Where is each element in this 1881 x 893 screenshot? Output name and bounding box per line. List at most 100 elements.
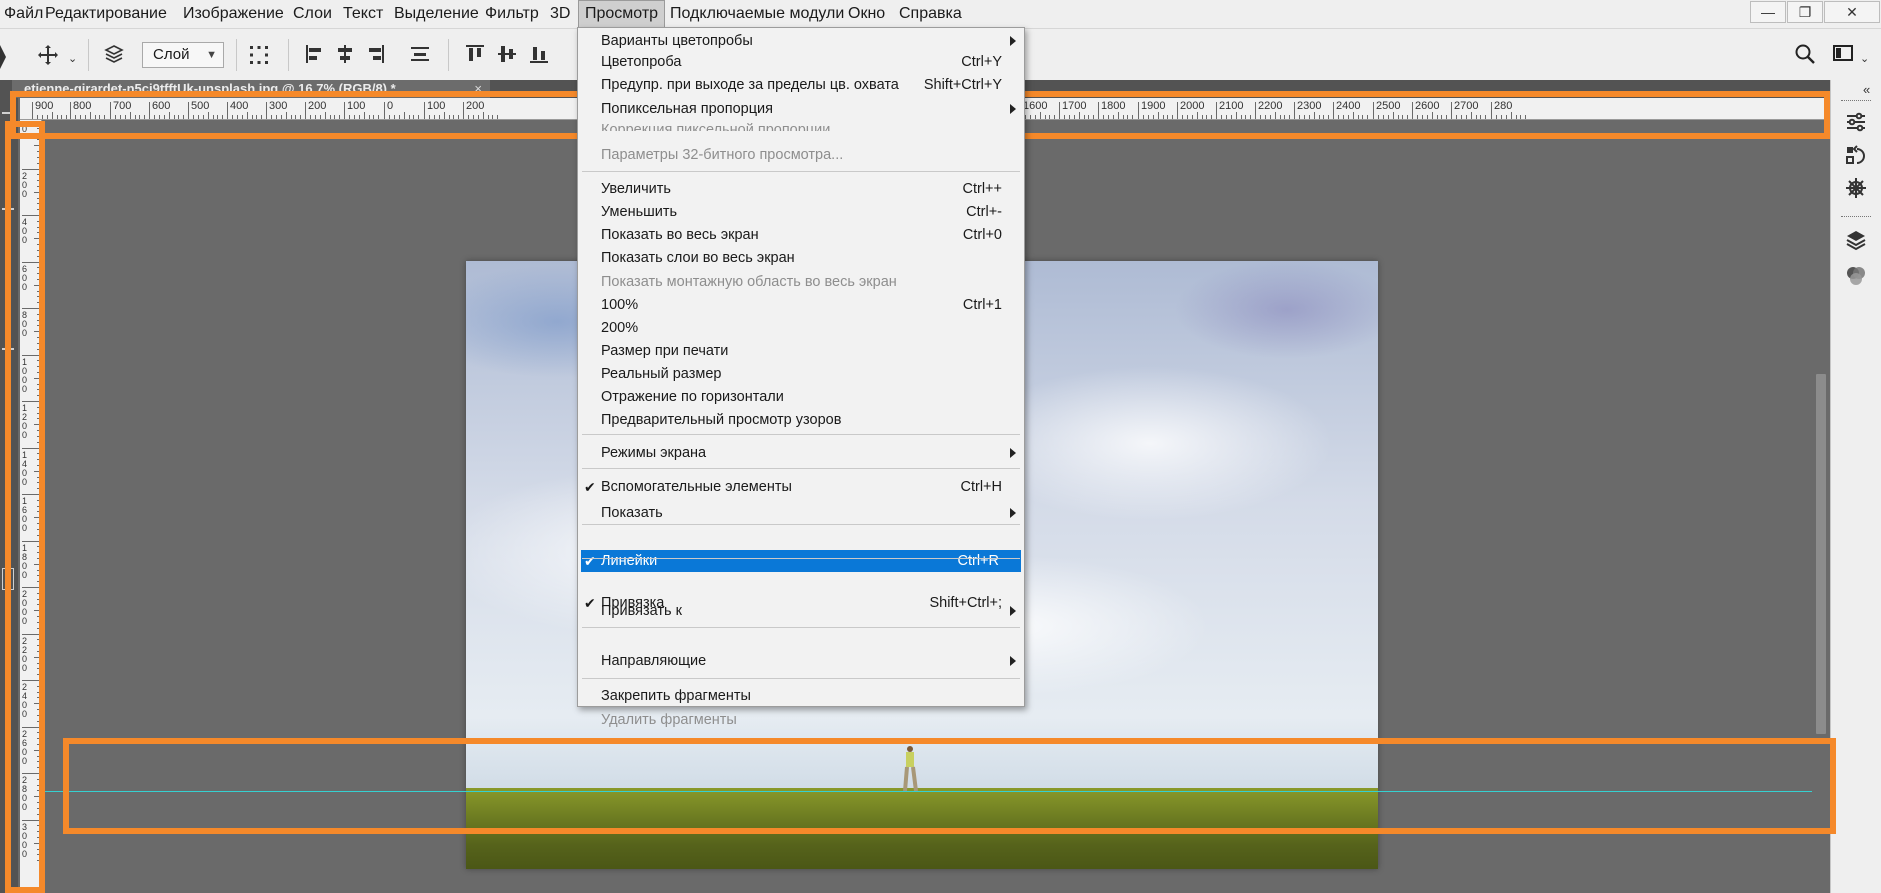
close-window-button[interactable]: ✕: [1824, 1, 1880, 23]
workspace-icon[interactable]: [1832, 43, 1854, 69]
view-menu-item-label: Реальный размер: [601, 366, 722, 382]
chevron-down-icon[interactable]: ⌄: [1860, 47, 1869, 71]
move-tool-icon[interactable]: [36, 43, 60, 73]
collapse-panels-icon[interactable]: «: [1863, 82, 1870, 97]
view-menu-item[interactable]: Закрепить фрагменты: [578, 685, 1024, 707]
menu-separator: [582, 524, 1020, 525]
menu-image[interactable]: Изображение: [183, 0, 284, 28]
menu-edit[interactable]: Редактирование: [45, 0, 167, 28]
align-right-icon[interactable]: [366, 43, 386, 71]
view-menu-item: Коррекция пиксельной пропорции: [578, 119, 1024, 131]
menu-type[interactable]: Текст: [343, 0, 383, 28]
view-menu-item[interactable]: Увеличить Ctrl++: [578, 178, 1024, 200]
view-menu-item[interactable]: 100% Ctrl+1: [578, 294, 1024, 316]
view-menu-item-label: Предупр. при выходе за пределы цв. охват…: [601, 77, 899, 93]
align-left-icon[interactable]: [304, 43, 324, 71]
view-menu-item-shortcut: Ctrl+0: [962, 227, 1002, 243]
highlight-box-guide-line: [63, 738, 1836, 834]
menu-view[interactable]: Просмотр: [578, 0, 666, 28]
view-menu-item-label: Режимы экрана: [601, 445, 707, 461]
view-menu-item[interactable]: Уменьшить Ctrl+-: [578, 201, 1024, 223]
view-menu-item[interactable]: Направляющие: [578, 650, 1024, 672]
view-menu-item[interactable]: Отражение по горизонтали: [578, 386, 1024, 408]
layers-icon[interactable]: [1844, 228, 1868, 252]
view-menu-item[interactable]: Предварительный просмотр узоров: [578, 409, 1024, 431]
view-menu-item-shortcut: Ctrl+Y: [961, 54, 1002, 70]
channels-icon[interactable]: [1844, 264, 1868, 288]
view-menu-item-label: Привязать к: [601, 603, 682, 619]
view-menu-item-label: Закрепить фрагменты: [601, 688, 751, 704]
view-menu-item[interactable]: ✔ Вспомогательные элементы Ctrl+H: [578, 476, 1024, 498]
view-menu-item-label: Направляющие: [601, 653, 707, 669]
history-icon[interactable]: [1844, 144, 1868, 168]
view-menu-item-label: Удалить фрагменты: [601, 712, 737, 728]
transform-controls-icon[interactable]: [247, 43, 271, 73]
menu-window[interactable]: Окно: [848, 0, 885, 28]
search-icon[interactable]: [1794, 43, 1816, 71]
view-menu-item[interactable]: Показать во весь экран Ctrl+0: [578, 224, 1024, 246]
view-menu-item-shortcut: Ctrl+R: [957, 553, 1000, 569]
submenu-arrow-icon: [1010, 36, 1016, 46]
view-menu-item[interactable]: Привязать к: [578, 600, 1024, 622]
align-center-h-icon[interactable]: [335, 43, 355, 71]
view-menu-item-label: Предварительный просмотр узоров: [601, 412, 842, 428]
menu-plugins[interactable]: Подключаемые модули: [670, 0, 844, 28]
menu-help[interactable]: Справка: [899, 0, 962, 28]
chevron-down-icon[interactable]: ⌄: [68, 47, 77, 71]
right-panel-dock: «: [1830, 80, 1881, 893]
view-menu-item-label: Коррекция пиксельной пропорции: [601, 122, 831, 131]
view-menu-item[interactable]: Показать: [578, 502, 1024, 524]
menu-3d[interactable]: 3D: [550, 0, 570, 28]
view-menu-item: Показать монтажную область во весь экран: [578, 271, 1024, 293]
distribute-icon[interactable]: [409, 43, 431, 71]
view-menu-item-label: Показать во весь экран: [601, 227, 759, 243]
layers-stack-icon[interactable]: [103, 43, 125, 71]
view-menu-item-label: Показать: [601, 505, 663, 521]
view-menu-dropdown: Варианты цветопробы Цветопроба Ctrl+Y Преду…: [577, 27, 1025, 728]
menu-separator: [582, 468, 1020, 469]
view-menu-item[interactable]: Показать слои во весь экран: [578, 247, 1024, 269]
minimize-button[interactable]: —: [1750, 1, 1786, 23]
layer-select-value: Слой: [153, 46, 190, 63]
view-menu-item-label: Попиксельная пропорция: [601, 101, 773, 117]
view-menu-item-label: Параметры 32-битного просмотра...: [601, 147, 844, 163]
view-menu-item[interactable]: Размер при печати: [578, 340, 1024, 362]
restore-icon: ❐: [1798, 4, 1812, 20]
menu-separator: [582, 558, 1020, 559]
view-menu-item[interactable]: Предупр. при выходе за пределы цв. охват…: [578, 74, 1024, 96]
minimize-icon: —: [1761, 4, 1775, 20]
submenu-arrow-icon: [1010, 448, 1016, 458]
view-menu-item-shortcut: Ctrl+1: [962, 297, 1002, 313]
view-menu-item-shortcut: Shift+Ctrl+Y: [923, 77, 1002, 93]
scrollbar-thumb[interactable]: [1816, 374, 1826, 734]
submenu-arrow-icon: [1010, 606, 1016, 616]
menu-file[interactable]: Файл: [4, 0, 43, 28]
view-menu-item[interactable]: Режимы экрана: [578, 442, 1024, 464]
auto-select-target-dropdown[interactable]: Слой ▼: [142, 42, 224, 68]
view-menu-item[interactable]: 200%: [578, 317, 1024, 339]
view-menu-item[interactable]: ✔ Линейки Ctrl+R: [581, 550, 1021, 572]
menu-separator: [582, 678, 1020, 679]
menu-select[interactable]: Выделение: [394, 0, 479, 28]
view-menu-item[interactable]: Цветопроба Ctrl+Y: [578, 51, 1024, 73]
checkmark-icon: ✔: [584, 479, 596, 495]
menu-filter[interactable]: Фильтр: [485, 0, 539, 28]
menu-separator: [582, 171, 1020, 172]
view-menu-item-shortcut: Ctrl++: [962, 181, 1003, 197]
view-menu-item-label: Варианты цветопробы: [601, 33, 753, 49]
menu-layers[interactable]: Слои: [293, 0, 332, 28]
align-middle-v-icon[interactable]: [496, 43, 518, 71]
view-menu-item-label: Показать монтажную область во весь экран: [601, 274, 897, 290]
align-top-icon[interactable]: [464, 43, 486, 71]
view-menu-item-label: 100%: [601, 297, 639, 313]
navigator-icon[interactable]: [1844, 176, 1868, 200]
view-menu-item[interactable]: Реальный размер: [578, 363, 1024, 385]
restore-button[interactable]: ❐: [1787, 1, 1823, 23]
view-menu-item[interactable]: Попиксельная пропорция: [578, 98, 1024, 120]
view-menu-item[interactable]: Варианты цветопробы: [578, 30, 1024, 52]
align-bottom-icon[interactable]: [528, 43, 550, 71]
tool-preset-arrow-icon[interactable]: [0, 45, 6, 69]
adjustments-icon[interactable]: [1844, 110, 1868, 134]
menu-separator: [582, 434, 1020, 435]
submenu-arrow-icon: [1010, 104, 1016, 114]
